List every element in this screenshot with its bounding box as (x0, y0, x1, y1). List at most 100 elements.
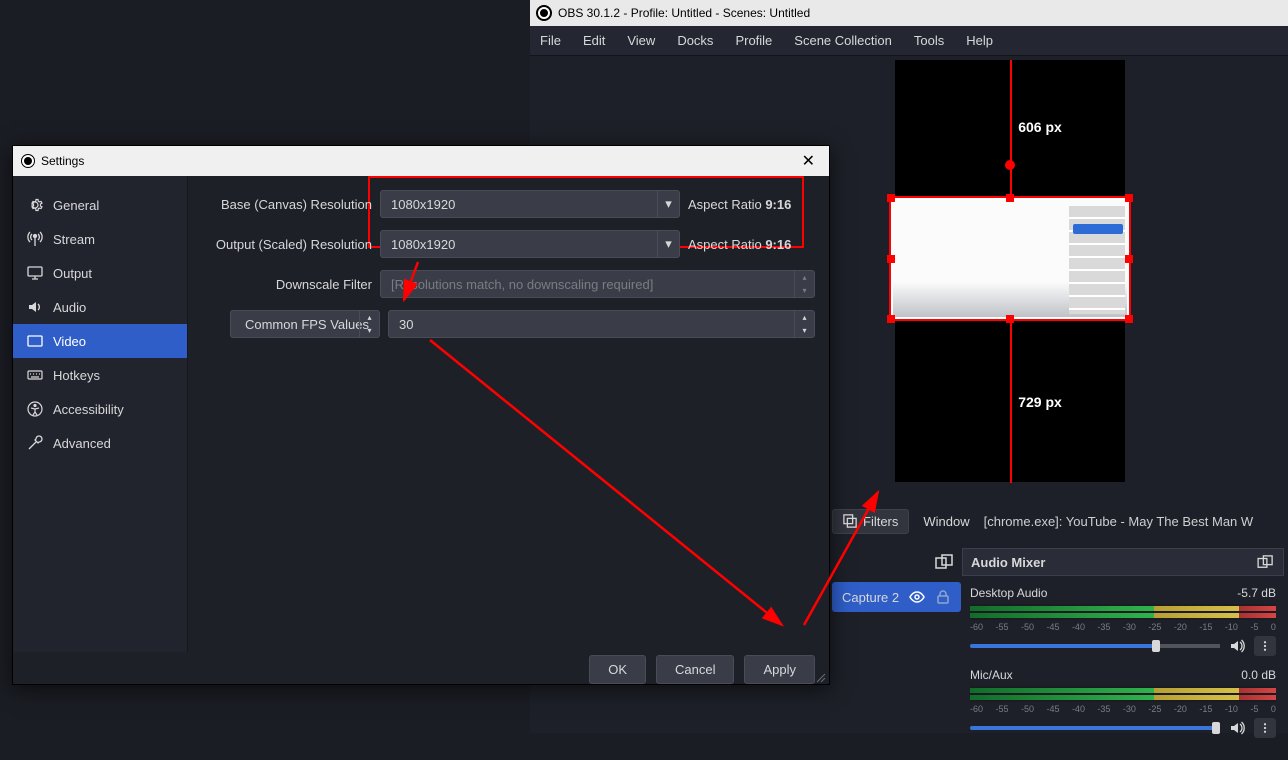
menu-file[interactable]: File (540, 33, 561, 48)
menu-tools[interactable]: Tools (914, 33, 944, 48)
source-toolbar: Filters Window [chrome.exe]: YouTube - M… (832, 506, 1253, 536)
track-name: Desktop Audio (970, 586, 1047, 600)
settings-dialog: Settings ✕ General Stream Output Audio V… (12, 145, 830, 685)
audio-track: Desktop Audio-5.7 dB -60-55-50-45-40-35-… (970, 586, 1276, 656)
audio-meter (970, 604, 1276, 620)
slider-thumb-icon[interactable] (1212, 722, 1220, 734)
obs-logo-icon (21, 154, 35, 168)
menu-edit[interactable]: Edit (583, 33, 605, 48)
source-item-selected[interactable]: Capture 2 (832, 582, 961, 612)
fps-type-select[interactable]: Common FPS Values▴▾ (230, 310, 380, 338)
audio-mixer-panel: Audio Mixer Desktop Audio-5.7 dB -60-55-… (962, 548, 1284, 760)
resize-grip-icon[interactable] (815, 672, 827, 684)
dialog-title: Settings (41, 154, 84, 168)
meter-ticks: -60-55-50-45-40-35-30-25-20-15-10-50 (970, 622, 1276, 632)
window-label: Window (923, 514, 969, 529)
volume-slider[interactable] (970, 726, 1220, 730)
canvas-preview[interactable]: 606 px 729 px (895, 60, 1125, 482)
monitor-icon (27, 265, 43, 281)
apply-button[interactable]: Apply (744, 655, 815, 684)
source-name: Capture 2 (842, 590, 899, 605)
audio-mixer-header: Audio Mixer (962, 548, 1284, 576)
aspect-ratio-label: Aspect Ratio 9:16 (688, 197, 798, 212)
dock-popout-icon[interactable] (935, 554, 955, 570)
settings-content: Base (Canvas) Resolution 1080x1920▾ Aspe… (188, 176, 829, 652)
dots-vertical-icon[interactable] (1254, 636, 1276, 656)
speaker-icon[interactable] (1228, 719, 1246, 737)
ok-button[interactable]: OK (589, 655, 646, 684)
dots-vertical-icon[interactable] (1254, 718, 1276, 738)
handle-icon[interactable] (1125, 315, 1133, 323)
speaker-icon (27, 299, 43, 315)
handle-icon[interactable] (1125, 194, 1133, 202)
menu-docks[interactable]: Docks (677, 33, 713, 48)
meter-ticks: -60-55-50-45-40-35-30-25-20-15-10-50 (970, 704, 1276, 714)
downscale-filter-label: Downscale Filter (202, 277, 372, 292)
chevron-down-icon: ▾ (657, 191, 679, 217)
keyboard-icon (27, 367, 43, 383)
sidebar-item-accessibility[interactable]: Accessibility (13, 392, 187, 426)
fps-value-select[interactable]: 30▴▾ (388, 310, 815, 338)
slider-thumb-icon[interactable] (1152, 640, 1160, 652)
dock-popout-icon[interactable] (1257, 555, 1275, 569)
preview-content (893, 200, 1127, 317)
handle-icon[interactable] (1006, 194, 1014, 202)
preview-bluebox (1073, 224, 1123, 234)
spinner-icon: ▴▾ (794, 271, 814, 297)
eye-icon[interactable] (909, 589, 925, 605)
filters-button[interactable]: Filters (832, 509, 909, 534)
gear-icon (27, 197, 43, 213)
sidebar-item-hotkeys[interactable]: Hotkeys (13, 358, 187, 392)
handle-icon[interactable] (887, 255, 895, 263)
downscale-filter-select[interactable]: [Resolutions match, no downscaling requi… (380, 270, 815, 298)
handle-icon[interactable] (887, 315, 895, 323)
bot-gap-label: 729 px (1018, 394, 1062, 410)
output-resolution-label: Output (Scaled) Resolution (202, 237, 372, 252)
filters-label: Filters (863, 514, 898, 529)
chevron-down-icon: ▾ (657, 231, 679, 257)
menu-view[interactable]: View (627, 33, 655, 48)
antenna-icon (27, 231, 43, 247)
obs-title: OBS 30.1.2 - Profile: Untitled - Scenes:… (558, 6, 810, 20)
sidebar-item-advanced[interactable]: Advanced (13, 426, 187, 460)
spinner-icon: ▴▾ (359, 311, 379, 337)
aspect-ratio-label: Aspect Ratio 9:16 (688, 237, 798, 252)
canvas-top-gap: 606 px (895, 60, 1125, 194)
spinner-icon: ▴▾ (794, 311, 814, 337)
menubar: File Edit View Docks Profile Scene Colle… (530, 26, 1288, 56)
close-icon[interactable]: ✕ (796, 151, 821, 171)
sidebar-item-stream[interactable]: Stream (13, 222, 187, 256)
accessibility-icon (27, 401, 43, 417)
menu-scene-collection[interactable]: Scene Collection (794, 33, 892, 48)
audio-track: Mic/Aux0.0 dB -60-55-50-45-40-35-30-25-2… (970, 668, 1276, 738)
cancel-button[interactable]: Cancel (656, 655, 734, 684)
handle-icon[interactable] (887, 194, 895, 202)
lock-icon[interactable] (935, 589, 951, 605)
track-name: Mic/Aux (970, 668, 1013, 682)
sidebar-item-video[interactable]: Video (13, 324, 187, 358)
base-resolution-select[interactable]: 1080x1920▾ (380, 190, 680, 218)
speaker-icon[interactable] (1228, 637, 1246, 655)
tools-icon (27, 435, 43, 451)
display-icon (27, 333, 43, 349)
menu-help[interactable]: Help (966, 33, 993, 48)
volume-slider[interactable] (970, 644, 1220, 648)
preview-sidebar (1069, 206, 1125, 314)
base-resolution-label: Base (Canvas) Resolution (202, 197, 372, 212)
handle-icon[interactable] (1125, 255, 1133, 263)
canvas-bottom-gap: 729 px (895, 322, 1125, 482)
obs-logo-icon (536, 5, 552, 21)
dialog-footer: OK Cancel Apply (13, 652, 829, 686)
resize-handle-icon (1005, 160, 1015, 170)
sidebar-item-output[interactable]: Output (13, 256, 187, 290)
filters-icon (843, 514, 857, 528)
sidebar-item-audio[interactable]: Audio (13, 290, 187, 324)
top-gap-label: 606 px (1018, 119, 1062, 135)
sidebar-item-general[interactable]: General (13, 188, 187, 222)
window-source[interactable]: [chrome.exe]: YouTube - May The Best Man… (984, 514, 1254, 529)
output-resolution-select[interactable]: 1080x1920▾ (380, 230, 680, 258)
source-preview[interactable] (889, 196, 1131, 321)
menu-profile[interactable]: Profile (735, 33, 772, 48)
audio-mixer-title: Audio Mixer (971, 555, 1045, 570)
audio-meter (970, 686, 1276, 702)
